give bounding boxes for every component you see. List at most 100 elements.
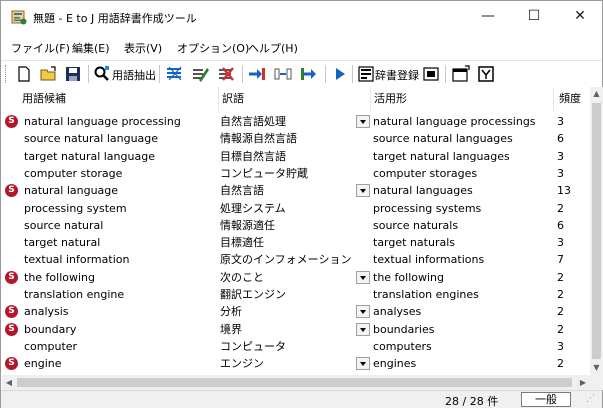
- dict-view-icon[interactable]: [422, 64, 440, 84]
- inflection-cell: target natural languages: [373, 149, 510, 163]
- table-row[interactable]: Snatural language processing 自然言語処理 natura…: [2, 113, 590, 130]
- save-icon[interactable]: [64, 64, 82, 84]
- translation-cell[interactable]: 分析: [220, 303, 355, 320]
- translation-cell[interactable]: 処理システム: [220, 200, 355, 217]
- settings-icon[interactable]: [451, 64, 471, 84]
- column-header-frequency[interactable]: 頻度: [554, 87, 590, 111]
- translation-dropdown-icon[interactable]: [356, 322, 370, 336]
- filter-icon[interactable]: [477, 64, 495, 84]
- open-folder-icon[interactable]: [39, 64, 59, 84]
- menu-help[interactable]: ヘルプ(H): [248, 40, 298, 56]
- scroll-down-icon[interactable]: ▼: [590, 361, 603, 375]
- term-cell: natural language processing: [24, 115, 181, 128]
- table-row[interactable]: Sboundary 境界 boundaries 2: [2, 321, 590, 338]
- translation-cell[interactable]: 境界: [220, 321, 355, 338]
- translation-dropdown-icon[interactable]: [356, 184, 370, 198]
- close-button[interactable]: ✕: [557, 1, 603, 32]
- term-extract-label[interactable]: 用語抽出: [112, 67, 156, 83]
- menu-options[interactable]: オプション(O): [177, 40, 249, 56]
- table-row[interactable]: source natural language 情報源自然言語 source nat…: [2, 130, 590, 147]
- term-cell: target natural: [24, 236, 101, 250]
- translation-cell[interactable]: 次のこと: [220, 269, 355, 286]
- table-row[interactable]: computer コンピュータ computers 3: [2, 338, 590, 355]
- mark-all-icon[interactable]: [165, 64, 185, 84]
- table-row[interactable]: textual information 原文のインフォメーション textual i…: [2, 251, 590, 268]
- translation-dropdown-icon[interactable]: [356, 305, 370, 319]
- insert-left-icon[interactable]: [247, 64, 267, 84]
- translation-cell[interactable]: 情報源適任: [220, 217, 355, 234]
- frequency-cell: 3: [557, 236, 564, 250]
- column-header-translation[interactable]: 訳語: [219, 87, 371, 111]
- term-extract-icon[interactable]: [93, 64, 111, 84]
- frequency-cell: 3: [557, 339, 564, 353]
- new-file-icon[interactable]: [15, 64, 33, 84]
- table-row[interactable]: Sengine エンジン engines 2: [2, 355, 590, 372]
- minimize-button[interactable]: —: [465, 1, 511, 32]
- vertical-scrollbar[interactable]: ▲ ▼: [590, 87, 603, 375]
- scroll-left-icon[interactable]: ◀: [2, 375, 16, 390]
- table-row[interactable]: Snatural language 自然言語 natural languages 13: [2, 182, 590, 199]
- scroll-right-icon[interactable]: ▶: [576, 375, 590, 390]
- menu-edit[interactable]: 編集(E): [72, 40, 110, 56]
- table-row[interactable]: target natural language 目標自然言語 target natu…: [2, 148, 590, 165]
- menu-view[interactable]: 表示(V): [124, 40, 162, 56]
- maximize-button[interactable]: ☐: [511, 1, 557, 32]
- column-header-inflection[interactable]: 活用形: [371, 87, 554, 111]
- translation-cell[interactable]: 目標自然言語: [220, 148, 355, 165]
- column-header-term[interactable]: 用語候補: [2, 87, 219, 111]
- table-row[interactable]: Sthe following 次のこと the following 2: [2, 269, 590, 286]
- vertical-scroll-thumb[interactable]: [592, 103, 601, 359]
- translation-cell[interactable]: エンジン: [220, 355, 355, 372]
- horizontal-scrollbar[interactable]: ◀ ▶: [2, 375, 603, 390]
- translation-dropdown-icon[interactable]: [356, 270, 370, 284]
- dict-register-label[interactable]: 辞書登録: [375, 67, 419, 83]
- translation-cell[interactable]: 翻訳エンジン: [220, 286, 355, 303]
- scroll-up-icon[interactable]: ▲: [590, 87, 603, 101]
- inflection-cell: computers: [373, 339, 432, 353]
- term-cell: translation engine: [24, 288, 125, 301]
- window-title: 無題 - E to J 用語辞書作成ツール: [33, 12, 197, 25]
- horizontal-scroll-thumb[interactable]: [17, 378, 572, 387]
- inflection-cell: target naturals: [373, 236, 455, 250]
- inflection-cell: source natural languages: [373, 132, 513, 146]
- frequency-cell: 2: [557, 357, 564, 371]
- table-row[interactable]: target natural 目標適任 target naturals 3: [2, 234, 590, 251]
- table-row[interactable]: computer storage コンピュータ貯蔵 computer storage…: [2, 165, 590, 182]
- inflection-cell: source naturals: [373, 218, 459, 232]
- inflection-cell: natural languages: [373, 184, 473, 198]
- translation-cell[interactable]: 自然言語: [220, 182, 355, 199]
- translation-cell[interactable]: 情報源自然言語: [220, 130, 355, 147]
- term-cell: natural language: [24, 184, 119, 198]
- translation-cell[interactable]: 原文のインフォメーション: [220, 251, 355, 268]
- insert-right-icon[interactable]: [299, 64, 319, 84]
- clear-mark-icon[interactable]: [217, 64, 237, 84]
- play-icon[interactable]: [332, 64, 348, 84]
- table-row[interactable]: translation engine 翻訳エンジン translation engi…: [2, 286, 590, 303]
- term-cell: textual information: [24, 253, 130, 267]
- translation-cell[interactable]: コンピュータ貯蔵: [220, 165, 355, 182]
- term-cell: target natural language: [24, 149, 155, 163]
- translation-cell[interactable]: 目標適任: [220, 234, 355, 251]
- edit-mark-icon[interactable]: [191, 64, 211, 84]
- toolbar-separator: [242, 65, 243, 83]
- term-list[interactable]: 用語候補 訳語 活用形 頻度 Snatural language process…: [2, 87, 590, 375]
- dict-register-icon[interactable]: [357, 64, 375, 84]
- translation-dropdown-icon[interactable]: [356, 115, 370, 128]
- table-row[interactable]: Sanalysis 分析 analyses 2: [2, 303, 590, 320]
- menu-file[interactable]: ファイル(F): [11, 40, 70, 56]
- frequency-cell: 2: [557, 305, 564, 319]
- toolbar-grip[interactable]: [5, 65, 7, 83]
- toolbar-separator: [352, 65, 353, 83]
- resize-grip-icon[interactable]: ⋰: [586, 394, 595, 404]
- frequency-cell: 3: [557, 166, 564, 180]
- translation-cell[interactable]: 自然言語処理: [220, 113, 355, 130]
- toolbar-separator: [325, 65, 326, 83]
- translation-cell[interactable]: コンピュータ: [220, 338, 355, 355]
- translation-dropdown-icon[interactable]: [356, 357, 370, 371]
- status-count: 28 / 28 件: [445, 395, 499, 408]
- inflection-cell: the following: [373, 270, 445, 284]
- table-row[interactable]: source natural 情報源適任 source naturals 6: [2, 217, 590, 234]
- insert-mid-icon[interactable]: [273, 64, 293, 84]
- term-cell: source natural language: [24, 132, 159, 146]
- table-row[interactable]: processing system 処理システム processing system…: [2, 200, 590, 217]
